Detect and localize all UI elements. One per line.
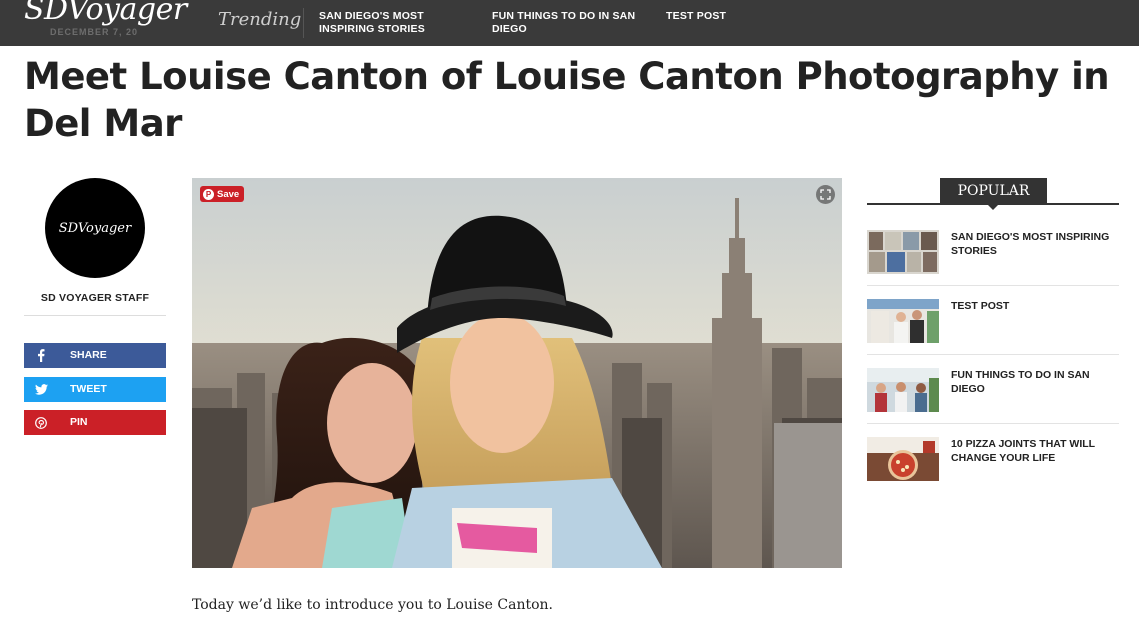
- twitter-share-button[interactable]: TWEET: [24, 377, 166, 402]
- site-logo[interactable]: SDVoyager: [24, 0, 187, 27]
- pinterest-save-icon: P: [203, 188, 214, 200]
- trending-link-test-post[interactable]: TEST POST: [666, 10, 816, 23]
- author-avatar[interactable]: SDVoyager: [45, 178, 145, 278]
- pinterest-icon: [24, 410, 58, 435]
- popular-heading: POPULAR: [940, 178, 1047, 204]
- popular-thumbnail[interactable]: [867, 437, 939, 481]
- top-nav-bar: SDVoyager DECEMBER 7, 20 Trending SAN DI…: [0, 0, 1139, 46]
- save-label: Save: [217, 188, 240, 200]
- post-date: DECEMBER 7, 20: [50, 27, 139, 37]
- twitter-share-label: TWEET: [70, 383, 107, 395]
- trending-divider: [303, 8, 304, 38]
- pinterest-share-button[interactable]: PIN: [24, 410, 166, 435]
- popular-item[interactable]: FUN THINGS TO DO IN SAN DIEGO: [867, 368, 1119, 437]
- popular-item-title[interactable]: TEST POST: [951, 300, 1119, 314]
- avatar-text: SDVoyager: [58, 220, 132, 236]
- expand-icon[interactable]: [816, 185, 835, 204]
- facebook-share-button[interactable]: SHARE: [24, 343, 166, 368]
- trending-link-inspiring-stories[interactable]: SAN DIEGO'S MOST INSPIRING STORIES: [319, 10, 469, 36]
- author-divider: [24, 315, 166, 316]
- author-name[interactable]: SD VOYAGER STAFF: [24, 292, 166, 304]
- popular-item-title[interactable]: FUN THINGS TO DO IN SAN DIEGO: [951, 369, 1119, 396]
- twitter-icon: [24, 377, 58, 402]
- popular-item[interactable]: SAN DIEGO'S MOST INSPIRING STORIES: [867, 230, 1119, 299]
- popular-item[interactable]: 10 PIZZA JOINTS THAT WILL CHANGE YOUR LI…: [867, 437, 1119, 506]
- popular-item-title[interactable]: 10 PIZZA JOINTS THAT WILL CHANGE YOUR LI…: [951, 438, 1119, 465]
- pinterest-save-button[interactable]: P Save: [200, 186, 245, 202]
- facebook-icon: [24, 343, 58, 368]
- pinterest-share-label: PIN: [70, 416, 88, 428]
- article-intro: Today we’d like to introduce you to Loui…: [192, 597, 553, 613]
- popular-item-divider: [867, 285, 1119, 286]
- popular-thumbnail[interactable]: [867, 299, 939, 343]
- popular-item[interactable]: TEST POST: [867, 299, 1119, 368]
- photo-illustration: [192, 178, 842, 568]
- trending-label: Trending: [218, 9, 302, 30]
- popular-item-title[interactable]: SAN DIEGO'S MOST INSPIRING STORIES: [951, 231, 1119, 258]
- facebook-share-label: SHARE: [70, 349, 107, 361]
- featured-photo[interactable]: [192, 178, 842, 568]
- popular-thumbnail[interactable]: [867, 230, 939, 274]
- trending-link-fun-things[interactable]: FUN THINGS TO DO IN SAN DIEGO: [492, 10, 642, 36]
- article-title: Meet Louise Canton of Louise Canton Phot…: [24, 55, 1110, 145]
- popular-arrow: [987, 204, 999, 210]
- popular-item-divider: [867, 354, 1119, 355]
- popular-item-divider: [867, 423, 1119, 424]
- popular-thumbnail[interactable]: [867, 368, 939, 412]
